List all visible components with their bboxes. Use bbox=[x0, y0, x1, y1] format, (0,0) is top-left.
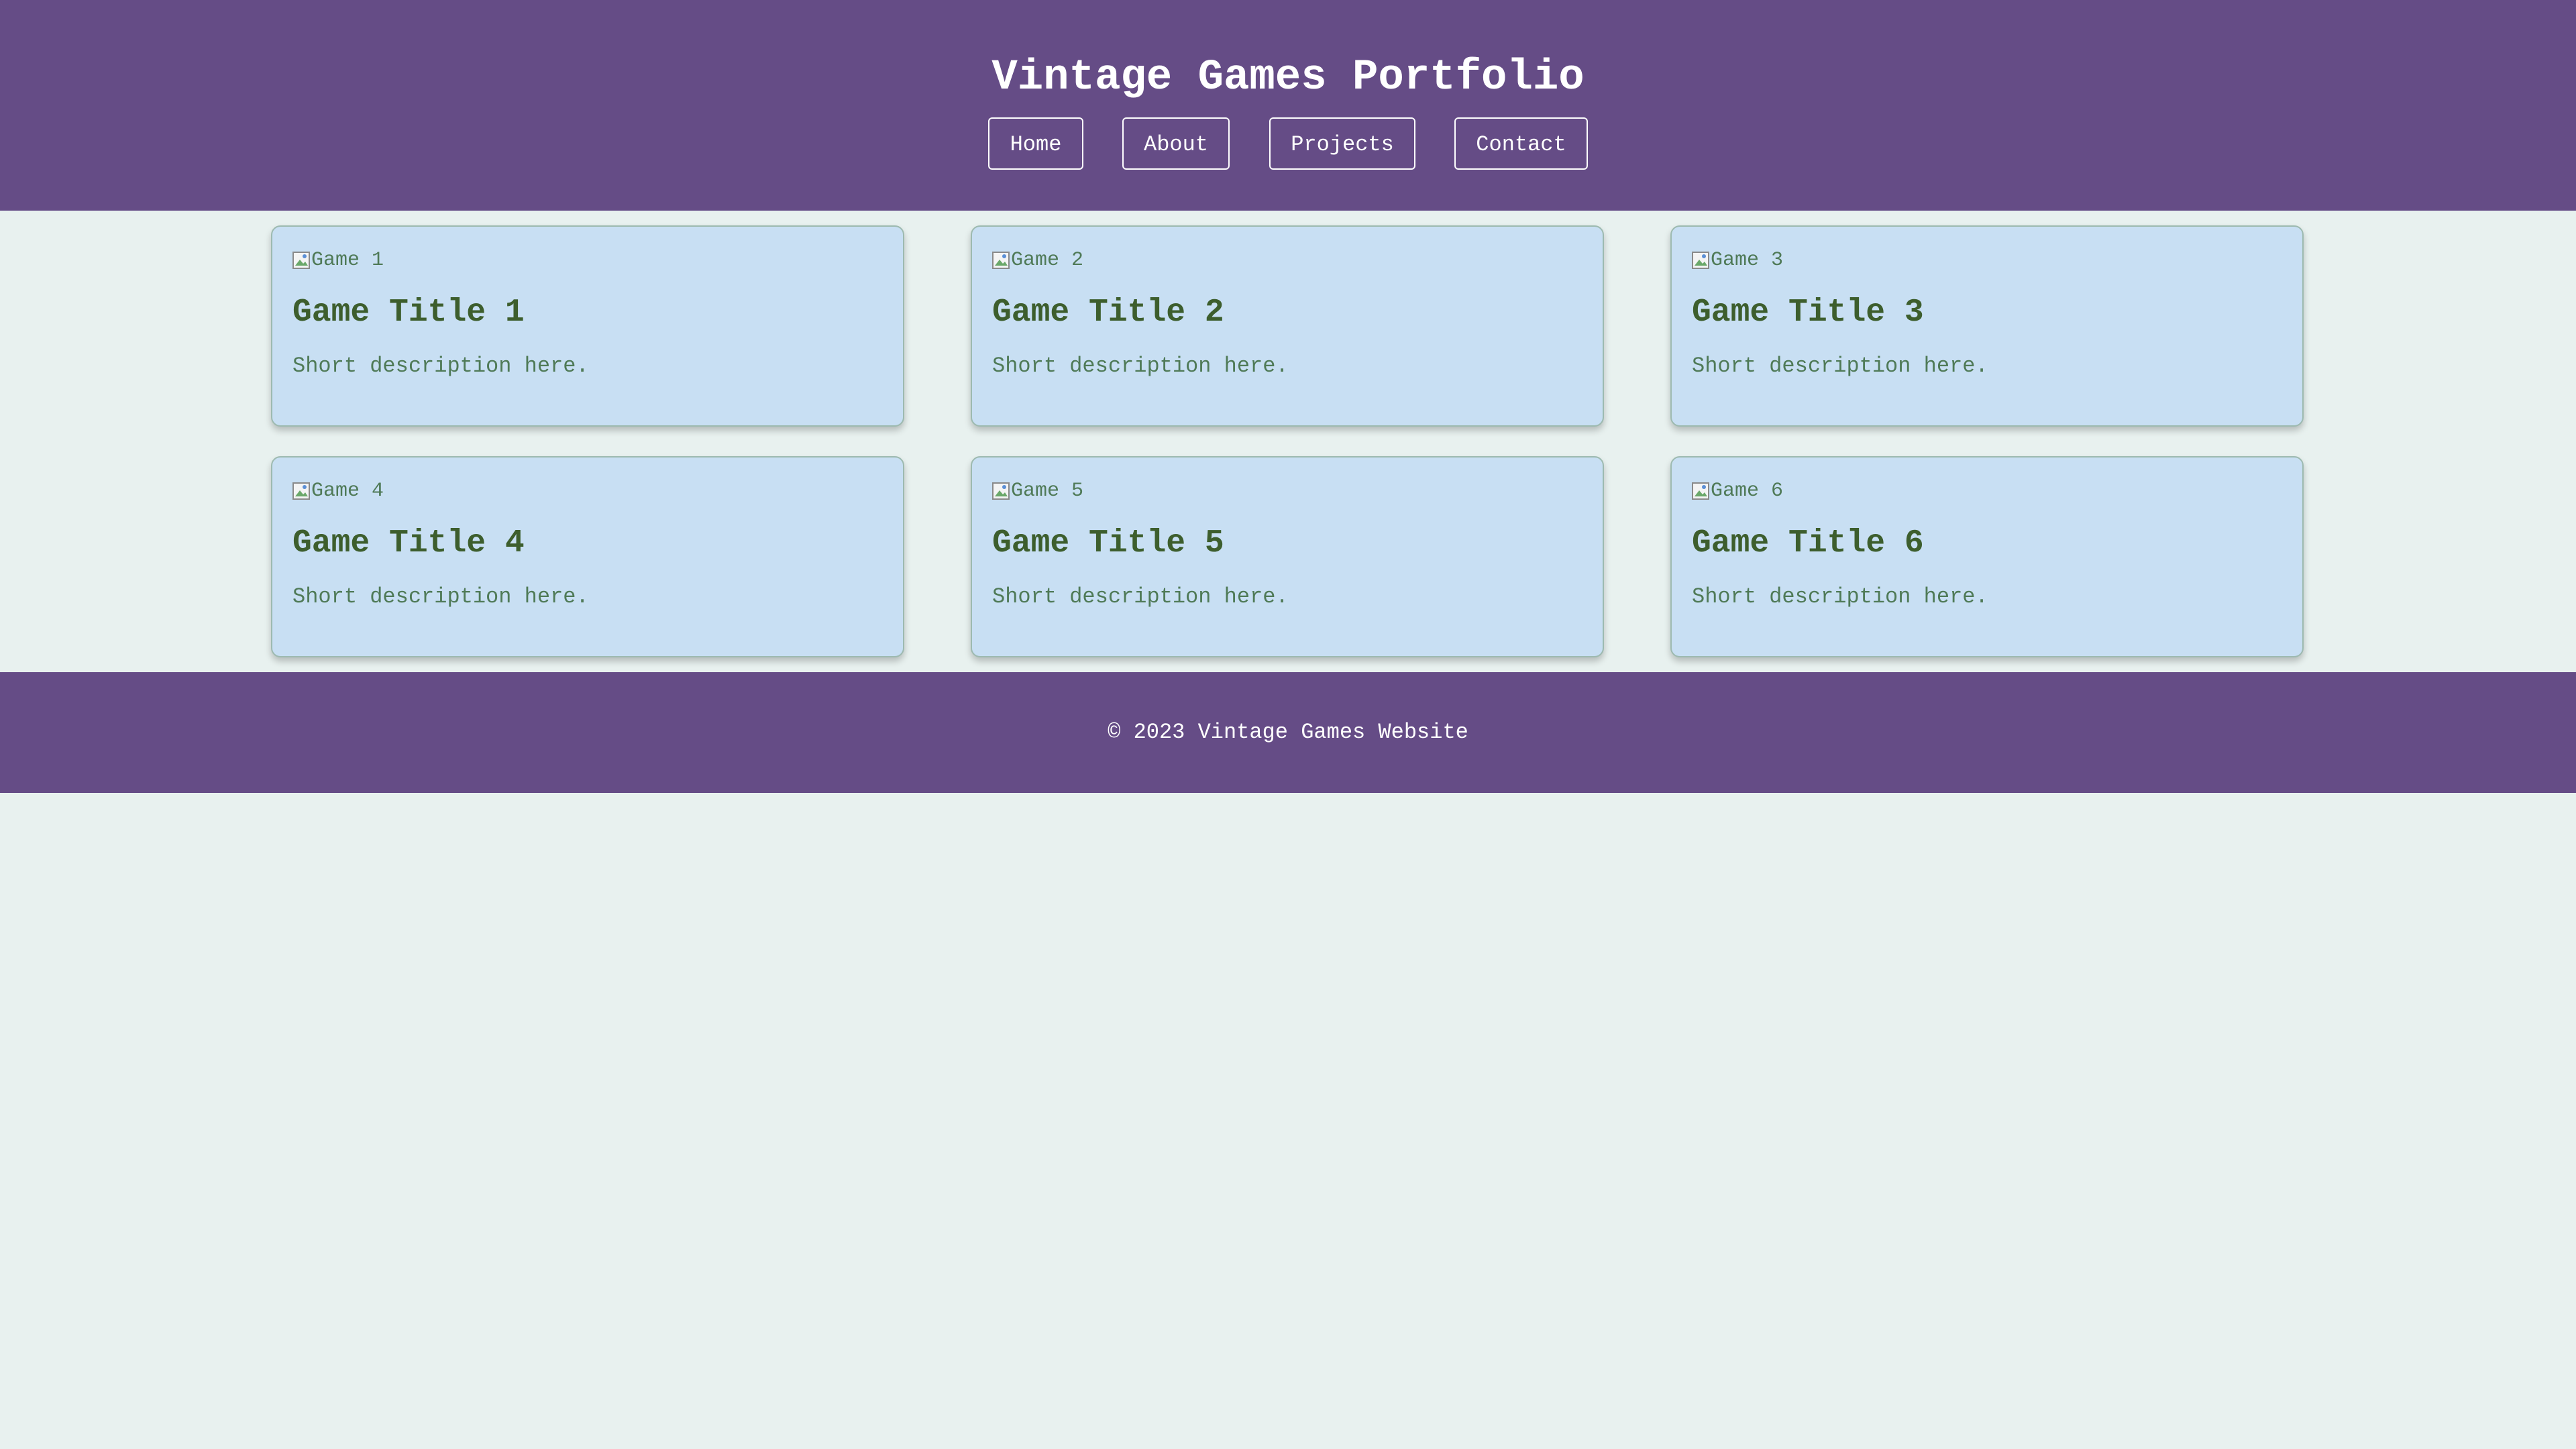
nav-home-button[interactable]: Home bbox=[988, 117, 1083, 170]
copyright-text: © 2023 Vintage Games Website bbox=[1108, 720, 1468, 745]
game-image: Game 5 bbox=[992, 478, 1083, 504]
game-description: Short description here. bbox=[1692, 354, 1988, 378]
game-title: Game Title 2 bbox=[992, 294, 1224, 331]
game-image-alt: Game 2 bbox=[1011, 249, 1084, 272]
nav-projects-button[interactable]: Projects bbox=[1269, 117, 1415, 170]
game-title: Game Title 3 bbox=[1692, 294, 1924, 331]
game-image: Game 3 bbox=[1692, 247, 1783, 274]
nav-about-button[interactable]: About bbox=[1122, 117, 1230, 170]
game-card[interactable]: Game 2 Game Title 2 Short description he… bbox=[971, 225, 1604, 427]
game-image-alt: Game 1 bbox=[311, 249, 384, 272]
game-card[interactable]: Game 5 Game Title 5 Short description he… bbox=[971, 456, 1604, 657]
broken-image-icon bbox=[292, 250, 311, 270]
broken-image-icon bbox=[992, 481, 1011, 501]
site-title: Vintage Games Portfolio bbox=[991, 54, 1585, 102]
site-header: Vintage Games Portfolio Home About Proje… bbox=[0, 0, 2576, 211]
game-description: Short description here. bbox=[992, 354, 1289, 378]
nav-contact-button[interactable]: Contact bbox=[1454, 117, 1588, 170]
game-card[interactable]: Game 1 Game Title 1 Short description he… bbox=[271, 225, 904, 427]
game-image-alt: Game 6 bbox=[1711, 480, 1784, 502]
game-title: Game Title 1 bbox=[292, 294, 525, 331]
site-footer: © 2023 Vintage Games Website bbox=[0, 672, 2576, 793]
game-title: Game Title 4 bbox=[292, 525, 525, 561]
game-title: Game Title 5 bbox=[992, 525, 1224, 561]
game-card[interactable]: Game 4 Game Title 4 Short description he… bbox=[271, 456, 904, 657]
game-image: Game 2 bbox=[992, 247, 1083, 274]
game-card[interactable]: Game 3 Game Title 3 Short description he… bbox=[1670, 225, 2304, 427]
game-image-alt: Game 4 bbox=[311, 480, 384, 502]
game-description: Short description here. bbox=[1692, 584, 1988, 609]
game-image: Game 4 bbox=[292, 478, 384, 504]
game-card[interactable]: Game 6 Game Title 6 Short description he… bbox=[1670, 456, 2304, 657]
game-description: Short description here. bbox=[992, 584, 1289, 609]
game-title: Game Title 6 bbox=[1692, 525, 1924, 561]
game-description: Short description here. bbox=[292, 584, 589, 609]
broken-image-icon bbox=[1692, 250, 1711, 270]
game-description: Short description here. bbox=[292, 354, 589, 378]
game-image-alt: Game 5 bbox=[1011, 480, 1084, 502]
game-grid: Game 1 Game Title 1 Short description he… bbox=[0, 211, 2576, 672]
game-image-alt: Game 3 bbox=[1711, 249, 1784, 272]
main-nav: Home About Projects Contact bbox=[0, 117, 2576, 172]
broken-image-icon bbox=[992, 250, 1011, 270]
broken-image-icon bbox=[1692, 481, 1711, 501]
broken-image-icon bbox=[292, 481, 311, 501]
game-image: Game 6 bbox=[1692, 478, 1783, 504]
game-image: Game 1 bbox=[292, 247, 384, 274]
